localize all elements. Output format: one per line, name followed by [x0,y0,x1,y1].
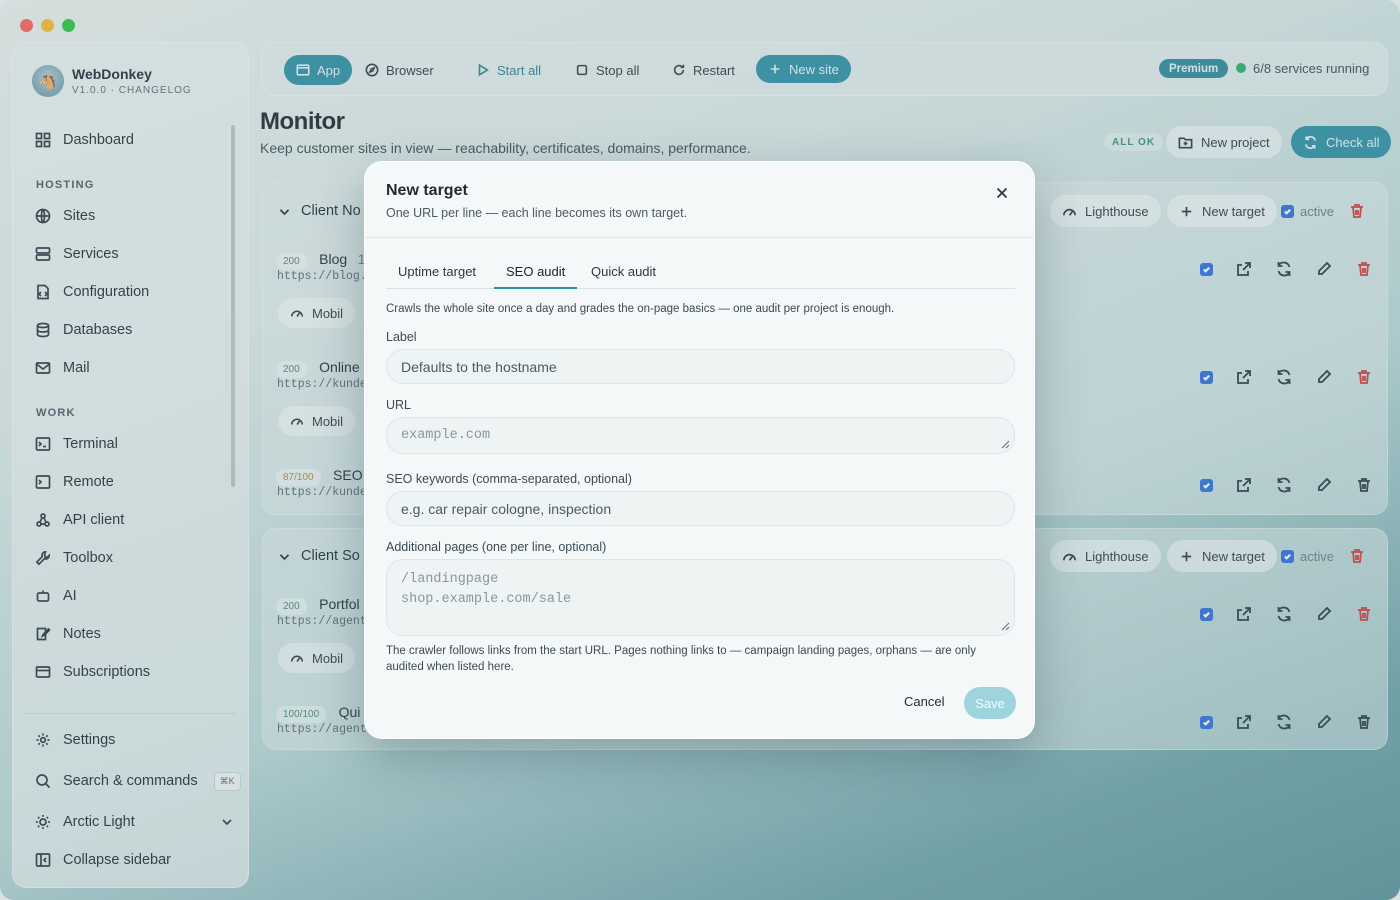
resize-grip-icon[interactable] [1001,622,1010,631]
save-button[interactable]: Save [964,687,1016,719]
tab-quick-audit[interactable]: Quick audit [579,258,668,289]
dialog-subtitle: One URL per line — each line becomes its… [386,206,688,220]
dialog-divider [365,237,1034,238]
keywords-field-label: SEO keywords (comma-separated, optional) [386,472,632,486]
dialog-title: New target [386,182,468,199]
cancel-button[interactable]: Cancel [904,694,944,709]
label-field[interactable]: Defaults to the hostname [386,349,1015,384]
resize-grip-icon[interactable] [1001,440,1010,449]
tab-uptime-target[interactable]: Uptime target [386,258,488,289]
app-window: 🐴 WebDonkey V1.0.0 · CHANGELOG Dashboard… [0,0,1400,900]
close-icon[interactable] [994,185,1010,201]
pages-field[interactable]: /landingpage shop.example.com/sale [386,559,1015,636]
new-target-dialog: New target One URL per line — each line … [364,161,1035,739]
url-field-placeholder: example.com [401,428,491,443]
pages-help-text: The crawler follows links from the start… [386,645,976,673]
tab-description: Crawls the whole site once a day and gra… [386,303,895,315]
label-field-placeholder: Defaults to the hostname [401,358,557,375]
keywords-field[interactable]: e.g. car repair cologne, inspection [386,491,1015,526]
pages-placeholder-line: shop.example.com/sale [401,592,572,607]
label-field-label: Label [386,330,417,344]
url-field[interactable]: example.com [386,417,1015,454]
url-field-label: URL [386,398,412,412]
pages-field-label: Additional pages (one per line, optional… [386,540,607,554]
keywords-field-placeholder: e.g. car repair cologne, inspection [401,500,612,517]
dialog-tabs: Uptime target SEO audit Quick audit [386,258,1015,289]
pages-placeholder-line: /landingpage [401,572,499,587]
tab-seo-audit[interactable]: SEO audit [494,258,578,289]
